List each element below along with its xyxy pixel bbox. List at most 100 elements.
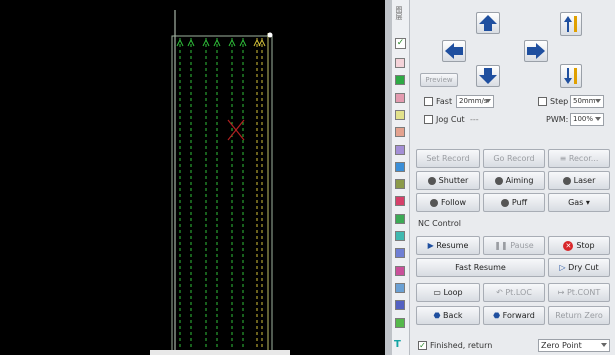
move-up-button[interactable]	[476, 12, 500, 34]
resume-label: Resume	[436, 241, 469, 250]
laser-button[interactable]: Laser	[548, 171, 610, 190]
layer-color-swatch[interactable]	[395, 75, 405, 86]
finished-return-label: Finished, return	[430, 341, 493, 350]
shutter-label: Shutter	[438, 176, 469, 185]
layer-color-swatch[interactable]	[395, 144, 405, 155]
go-record-button[interactable]: Go Record	[483, 149, 545, 168]
list-icon: ≡	[559, 154, 569, 163]
dry-cut-button[interactable]: ▷ Dry Cut	[548, 258, 610, 277]
follow-icon	[429, 198, 438, 207]
forward-button[interactable]: ⬣ Forward	[483, 306, 545, 325]
aiming-button[interactable]: Aiming	[483, 171, 545, 190]
layer-color-swatch[interactable]	[395, 58, 405, 68]
gas-label: Gas	[568, 198, 584, 207]
layer-color-swatch[interactable]	[395, 196, 405, 207]
layer-color-swatch[interactable]	[395, 231, 405, 241]
puff-icon	[500, 198, 509, 207]
z-down-icon	[564, 68, 577, 84]
layer-color-swatch[interactable]	[395, 127, 405, 138]
puff-label: Puff	[511, 198, 528, 207]
record-menu-button[interactable]: ≡ Recor...	[548, 149, 610, 168]
arrow-down-icon	[479, 68, 497, 84]
puff-button[interactable]: Puff	[483, 193, 545, 212]
pause-icon: ❚❚	[494, 241, 511, 250]
loop-icon: ▭	[433, 288, 444, 297]
arrow-left-icon	[445, 43, 463, 59]
pt-cont-button[interactable]: ↦ Pt.CONT	[548, 283, 610, 302]
zero-point-select[interactable]: Zero Point	[538, 339, 610, 352]
layer-color-swatch[interactable]	[395, 109, 405, 120]
pt-loc-icon: ↶	[496, 288, 506, 297]
follow-label: Follow	[440, 198, 467, 207]
dry-cut-icon: ▷	[559, 263, 569, 272]
laser-head-position	[267, 32, 273, 38]
move-right-button[interactable]	[524, 40, 548, 62]
gas-button[interactable]: Gas ▾	[548, 193, 610, 212]
pwm-select[interactable]: 100%	[570, 113, 604, 126]
pt-loc-button[interactable]: ↶ Pt.LOC	[483, 283, 545, 302]
stop-label: Stop	[576, 241, 595, 250]
step-size-value: 50mm	[573, 97, 596, 105]
stop-icon: ✕	[563, 240, 574, 251]
record-menu-label: Recor...	[568, 154, 599, 163]
z-up-icon	[564, 16, 577, 32]
laser-label: Laser	[573, 176, 596, 185]
fast-resume-button[interactable]: Fast Resume	[416, 258, 545, 277]
move-down-button[interactable]	[476, 65, 500, 87]
back-icon: ⬣	[433, 311, 444, 320]
loop-label: Loop	[443, 288, 463, 297]
pt-loc-label: Pt.LOC	[505, 288, 532, 297]
layer-color-swatch[interactable]	[395, 213, 405, 224]
chevron-down-icon	[595, 99, 601, 103]
canvas-scrollbar[interactable]	[150, 350, 290, 355]
chevron-down-icon	[601, 343, 607, 347]
arrow-right-icon	[527, 43, 545, 59]
z-down-button[interactable]	[560, 64, 582, 88]
layer-color-swatch[interactable]	[395, 248, 405, 259]
layer-color-swatch[interactable]	[395, 179, 405, 190]
control-panel: Preview Fast 20mm/s Step 50mm Jog Cut --…	[410, 0, 615, 355]
text-tool-icon[interactable]: T	[394, 339, 401, 350]
shutter-button[interactable]: Shutter	[416, 171, 480, 190]
step-label: Step	[550, 97, 569, 106]
arrow-up-icon	[479, 15, 497, 31]
stop-button[interactable]: ✕ Stop	[548, 236, 610, 255]
return-zero-button[interactable]: Return Zero	[548, 306, 610, 325]
fast-speed-value: 20mm/s	[459, 97, 488, 105]
forward-icon: ⬣	[493, 311, 503, 320]
drawing-canvas[interactable]	[0, 0, 385, 355]
follow-button[interactable]: Follow	[416, 193, 480, 212]
panel-splitter[interactable]	[385, 0, 392, 355]
nc-control-title: NC Control	[418, 219, 462, 228]
layer-visible-checkbox[interactable]: ✓	[395, 38, 406, 49]
jog-cut-checkbox[interactable]	[424, 115, 433, 124]
aiming-icon	[494, 176, 503, 185]
step-checkbox[interactable]	[538, 97, 547, 106]
fast-speed-select[interactable]: 20mm/s	[456, 95, 494, 108]
z-up-button[interactable]	[560, 12, 582, 36]
layer-color-swatch[interactable]	[395, 282, 405, 293]
layer-color-swatch[interactable]	[395, 265, 405, 276]
back-button[interactable]: ⬣ Back	[416, 306, 480, 325]
finished-return-checkbox[interactable]: ✓	[418, 341, 427, 350]
resume-button[interactable]: ▶ Resume	[416, 236, 480, 255]
fast-checkbox[interactable]	[424, 97, 433, 106]
back-label: Back	[443, 311, 463, 320]
loop-button[interactable]: ▭ Loop	[416, 283, 480, 302]
pwm-value: 100%	[573, 115, 594, 123]
jog-cut-suffix: ---	[470, 115, 479, 124]
preview-button[interactable]: Preview	[420, 73, 458, 87]
set-record-button[interactable]: Set Record	[416, 149, 480, 168]
forward-label: Forward	[502, 311, 535, 320]
layer-color-swatch[interactable]	[395, 92, 405, 103]
layer-color-swatch[interactable]	[395, 161, 405, 172]
move-left-button[interactable]	[442, 40, 466, 62]
layer-color-swatch[interactable]	[395, 317, 405, 328]
cut-path-drawing	[150, 10, 290, 355]
step-size-select[interactable]: 50mm	[570, 95, 604, 108]
pause-button[interactable]: ❚❚ Pause	[483, 236, 545, 255]
dry-cut-label: Dry Cut	[568, 263, 599, 272]
laser-cutting-app: 图层 ✓ T Preview Fast 20mm/s Step 50mm Jog…	[0, 0, 615, 355]
palette-label: 图层	[395, 6, 403, 20]
layer-color-swatch[interactable]	[395, 300, 405, 311]
